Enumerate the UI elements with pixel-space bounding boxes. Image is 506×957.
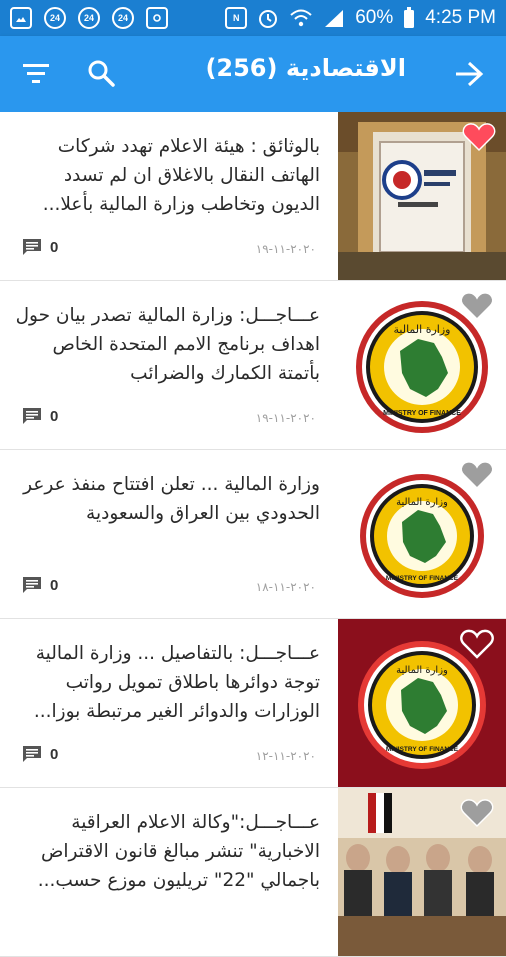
article-date: ٢٠٢٠-١١-١٩ [255, 242, 316, 256]
list-item[interactable]: وزارة المالية MINISTRY OF FINANCE وزارة … [0, 450, 506, 619]
favorite-heart-icon[interactable] [462, 122, 496, 152]
article-headline[interactable]: عـــاجـــل: بالتفاصيل ... وزارة المالية … [14, 639, 320, 726]
article-headline[interactable]: بالوثائق : هيئة الاعلام تهدد شركات الهات… [14, 132, 320, 219]
article-thumbnail[interactable] [338, 112, 506, 280]
search-icon[interactable] [86, 58, 116, 88]
list-item[interactable]: وزارة المالية MINISTRY OF FINANCE عـــاج… [0, 281, 506, 450]
article-date: ٢٠٢٠-١١-١٨ [255, 580, 316, 594]
page-title: الاقتصادية (256) [205, 54, 406, 82]
notification-24-icon: 24 [44, 7, 66, 29]
list-item[interactable]: وزارة المالية MINISTRY OF FINANCE عـــاج… [0, 619, 506, 788]
svg-text:MINISTRY OF FINANCE: MINISTRY OF FINANCE [383, 410, 461, 417]
battery-icon [404, 7, 415, 28]
comment-icon [23, 577, 41, 593]
article-thumbnail[interactable]: وزارة المالية MINISTRY OF FINANCE [338, 281, 506, 449]
comment-icon [23, 239, 41, 255]
article-thumbnail[interactable]: وزارة المالية MINISTRY OF FINANCE [338, 619, 506, 787]
favorite-heart-icon[interactable] [460, 629, 494, 659]
comment-count-value: 0 [50, 238, 59, 256]
article-headline[interactable]: عـــاجـــل:"وكالة الاعلام العراقية الاخب… [14, 808, 320, 895]
list-item[interactable]: عـــاجـــل:"وكالة الاعلام العراقية الاخب… [0, 788, 506, 957]
article-date: ٢٠٢٠-١١-١٩ [255, 411, 316, 425]
favorite-heart-icon[interactable] [460, 798, 494, 828]
clock: 4:25 PM [425, 7, 496, 28]
app-bar: الاقتصادية (256) [0, 36, 506, 112]
article-list: بالوثائق : هيئة الاعلام تهدد شركات الهات… [0, 112, 506, 957]
comment-icon [23, 746, 41, 762]
article-headline[interactable]: وزارة المالية ... تعلن افتتاح منفذ عرعر … [14, 470, 320, 528]
article-thumbnail[interactable]: وزارة المالية MINISTRY OF FINANCE [338, 450, 506, 618]
favorite-heart-icon[interactable] [460, 460, 494, 490]
favorite-heart-icon[interactable] [460, 291, 494, 321]
comment-count[interactable]: 0 [22, 576, 58, 594]
comment-count-value: 0 [50, 407, 59, 425]
svg-text:وزارة المالية: وزارة المالية [396, 665, 448, 676]
svg-text:وزارة المالية: وزارة المالية [396, 497, 448, 508]
svg-text:MINISTRY OF FINANCE: MINISTRY OF FINANCE [386, 746, 459, 753]
signal-icon [325, 10, 344, 27]
article-date: ٢٠٢٠-١١-١٢ [255, 749, 316, 763]
article-thumbnail[interactable] [338, 788, 506, 956]
status-bar: 24 24 24 N 60% 4:25 PM [0, 0, 506, 36]
wifi-icon [290, 9, 312, 27]
image-icon [10, 7, 32, 29]
list-item[interactable]: بالوثائق : هيئة الاعلام تهدد شركات الهات… [0, 112, 506, 281]
svg-text:MINISTRY OF FINANCE: MINISTRY OF FINANCE [386, 575, 459, 582]
comment-count-value: 0 [50, 745, 59, 763]
svg-text:وزارة المالية: وزارة المالية [394, 323, 451, 336]
filter-icon[interactable] [22, 61, 50, 87]
nfc-icon: N [225, 7, 248, 29]
back-arrow-icon[interactable] [454, 60, 484, 88]
battery-percent: 60% [355, 7, 394, 28]
comment-icon [23, 408, 41, 424]
instagram-icon [146, 7, 168, 29]
comment-count-value: 0 [50, 576, 59, 594]
notification-24-icon: 24 [112, 7, 134, 29]
article-headline[interactable]: عـــاجـــل: وزارة المالية تصدر بيان حول … [14, 301, 320, 388]
notification-24-icon: 24 [78, 7, 100, 29]
comment-count[interactable]: 0 [22, 745, 58, 763]
comment-count[interactable]: 0 [22, 407, 58, 425]
alarm-icon [259, 10, 278, 28]
comment-count[interactable]: 0 [22, 238, 58, 256]
